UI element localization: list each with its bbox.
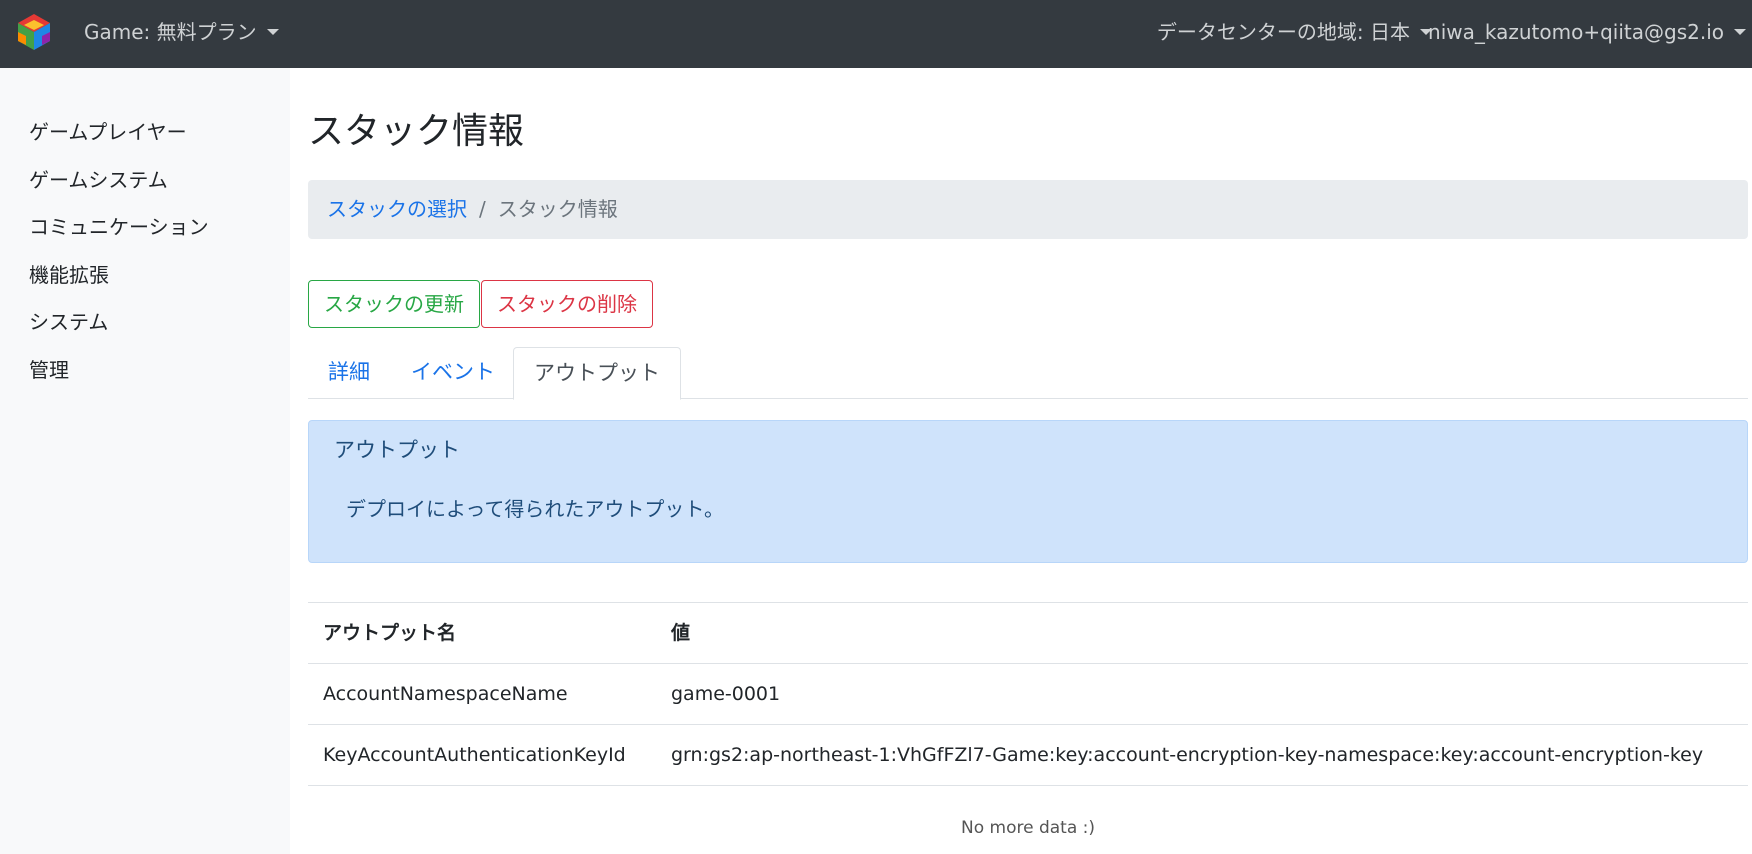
- project-label: Game: 無料プラン: [84, 20, 257, 44]
- delete-stack-button[interactable]: スタックの削除: [481, 280, 653, 328]
- user-email: niwa_kazutomo+qiita@gs2.io: [1428, 20, 1724, 44]
- no-more-data-text: No more data :): [960, 818, 1096, 838]
- top-navbar: Game: 無料プラン データセンターの地域: 日本 niwa_kazutomo…: [0, 0, 1752, 68]
- breadcrumb-current: スタック情報: [497, 197, 618, 221]
- output-table: アウトプット名 値 AccountNamespaceName game-0001…: [308, 602, 1748, 786]
- sidebar: ゲームプレイヤー ゲームシステム コミュニケーション 機能拡張 システム 管理: [0, 68, 290, 854]
- tab-bar: 詳細 イベント アウトプット: [308, 347, 1748, 400]
- page-title: スタック情報: [308, 111, 525, 152]
- app-logo-icon[interactable]: [14, 12, 54, 52]
- column-header-value: 値: [671, 622, 691, 644]
- output-value-cell: game-0001: [671, 683, 781, 705]
- alert-body: デプロイによって得られたアウトプット。: [346, 497, 724, 521]
- table-row: KeyAccountAuthenticationKeyId grn:gs2:ap…: [308, 725, 1748, 786]
- update-stack-button[interactable]: スタックの更新: [308, 280, 480, 328]
- breadcrumb: スタックの選択 / スタック情報: [308, 180, 1748, 239]
- breadcrumb-separator: /: [479, 197, 486, 221]
- sidebar-item-communication[interactable]: コミュニケーション: [29, 213, 209, 241]
- tab-detail[interactable]: 詳細: [308, 347, 390, 399]
- output-info-alert: アウトプット デプロイによって得られたアウトプット。: [308, 420, 1748, 563]
- tab-event[interactable]: イベント: [391, 347, 515, 399]
- region-label: データセンターの地域: 日本: [1156, 20, 1410, 44]
- sidebar-item-admin[interactable]: 管理: [29, 356, 69, 384]
- breadcrumb-link-stack-select[interactable]: スタックの選択: [327, 197, 467, 221]
- chevron-down-icon: [266, 29, 279, 35]
- output-name-cell: AccountNamespaceName: [323, 683, 568, 705]
- table-header-row: アウトプット名 値: [308, 603, 1748, 664]
- sidebar-item-game-player[interactable]: ゲームプレイヤー: [29, 118, 187, 146]
- tab-output[interactable]: アウトプット: [513, 347, 681, 400]
- alert-title: アウトプット: [334, 438, 460, 462]
- sidebar-item-extension[interactable]: 機能拡張: [29, 261, 109, 289]
- project-dropdown[interactable]: Game: 無料プラン: [84, 18, 279, 46]
- sidebar-item-game-system[interactable]: ゲームシステム: [29, 166, 168, 194]
- sidebar-item-system[interactable]: システム: [29, 308, 108, 336]
- output-value-cell: grn:gs2:ap-northeast-1:VhGfFZl7-Game:key…: [671, 744, 1704, 766]
- region-dropdown[interactable]: データセンターの地域: 日本: [1157, 18, 1432, 46]
- column-header-output-name: アウトプット名: [323, 622, 457, 644]
- chevron-down-icon: [1734, 29, 1746, 35]
- output-name-cell: KeyAccountAuthenticationKeyId: [323, 744, 626, 766]
- user-menu-dropdown[interactable]: niwa_kazutomo+qiita@gs2.io: [1428, 18, 1746, 46]
- table-row: AccountNamespaceName game-0001: [308, 664, 1748, 725]
